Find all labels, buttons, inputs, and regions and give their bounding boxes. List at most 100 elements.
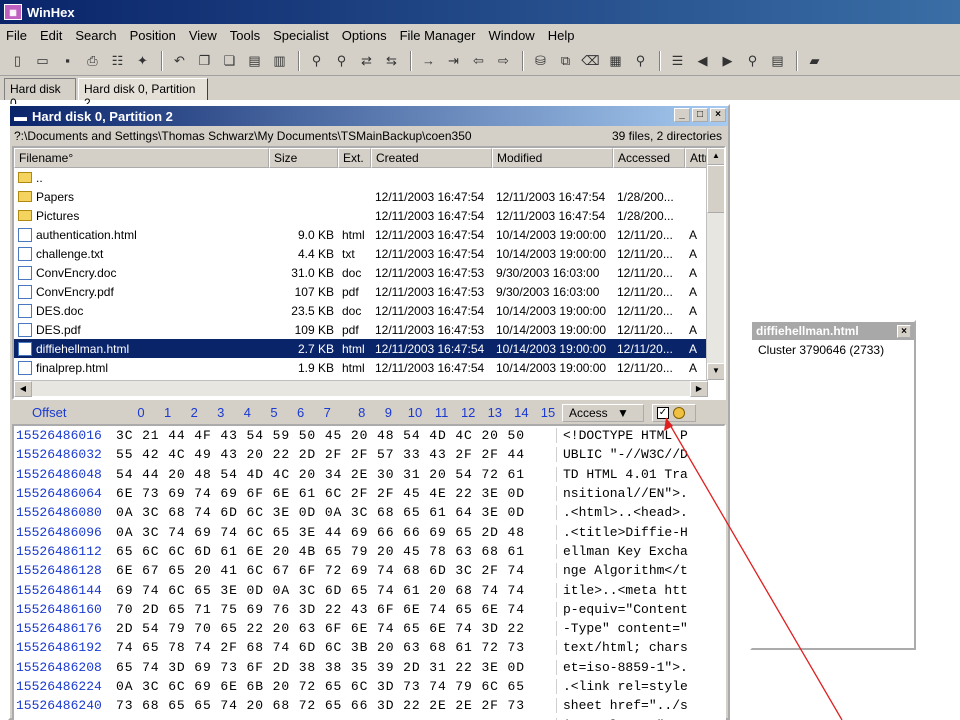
file-row[interactable]: .. <box>14 168 708 187</box>
replace-hex-icon[interactable]: ⇆ <box>380 50 403 72</box>
clone-icon[interactable]: ⧉ <box>554 50 577 72</box>
file-list-hscrollbar[interactable]: ◀ ▶ <box>14 380 708 397</box>
hex-bytes[interactable]: 6E 73 69 74 69 6F 6E 61 6C 2F 2F 45 4E 2… <box>116 486 556 501</box>
file-row[interactable]: ConvEncry.doc 31.0 KB doc 12/11/2003 16:47:… <box>14 263 708 282</box>
hex-bytes[interactable]: 3C 21 44 4F 43 54 59 50 45 20 48 54 4D 4… <box>116 428 556 443</box>
file-row[interactable]: challenge.txt 4.4 KB txt 12/11/2003 16:47:5… <box>14 244 708 263</box>
hex-text[interactable]: text/html; chars <box>556 640 706 656</box>
goto-offset-icon[interactable]: → <box>417 50 440 72</box>
goto-sector-icon[interactable]: ⇥ <box>442 50 465 72</box>
find-hex-icon[interactable]: ⚲ <box>330 50 353 72</box>
hex-text[interactable]: nge Algorithm</t <box>556 563 706 579</box>
prev-icon[interactable]: ◀ <box>691 50 714 72</box>
hex-text[interactable]: .<html>..<head>. <box>556 505 706 521</box>
column-header[interactable]: Created <box>371 148 492 168</box>
menu-window[interactable]: Window <box>488 28 534 43</box>
hex-bytes[interactable]: 0A 3C 74 69 74 6C 65 3E 44 69 66 66 69 6… <box>116 525 556 540</box>
column-header[interactable]: Modified <box>492 148 613 168</box>
file-row[interactable]: Papers 12/11/2003 16:47:54 12/11/2003 16:4… <box>14 187 708 206</box>
hex-text[interactable]: nsitional//EN">. <box>556 486 706 502</box>
column-header[interactable]: Attr. <box>685 148 708 168</box>
hex-bytes[interactable]: 54 44 20 48 54 4D 4C 20 34 2E 30 31 20 5… <box>116 467 556 482</box>
forward-icon[interactable]: ⇨ <box>492 50 515 72</box>
file-row[interactable]: diffiehellman.html 2.7 KB html 12/11/2003 1… <box>14 339 708 358</box>
scroll-up-button[interactable]: ▲ <box>707 148 724 165</box>
file-row[interactable]: DES.pdf 109 KB pdf 12/11/2003 16:47:53 10/14… <box>14 320 708 339</box>
menu-specialist[interactable]: Specialist <box>273 28 329 43</box>
new-icon[interactable]: ▯ <box>6 50 29 72</box>
close-button[interactable]: × <box>710 108 726 122</box>
properties-icon[interactable]: ☷ <box>106 50 129 72</box>
hex-text[interactable]: sheet href="../s <box>556 698 706 714</box>
tab-hard-disk-0-partition-2[interactable]: Hard disk 0, Partition 2 <box>78 78 208 110</box>
find-text-icon[interactable]: ⚲ <box>305 50 328 72</box>
menu-file-manager[interactable]: File Manager <box>400 28 476 43</box>
back-icon[interactable]: ⇦ <box>467 50 490 72</box>
menu-position[interactable]: Position <box>130 28 176 43</box>
print-icon[interactable]: ⎙ <box>81 50 104 72</box>
file-row[interactable]: authentication.html 9.0 KB html 12/11/2003 … <box>14 225 708 244</box>
hex-bytes[interactable]: 2D 54 79 70 65 22 20 63 6F 6E 74 65 6E 7… <box>116 621 556 636</box>
scroll-down-button[interactable]: ▼ <box>707 363 724 380</box>
panel-close-button[interactable]: × <box>897 324 911 338</box>
undo-icon[interactable]: ↶ <box>168 50 191 72</box>
table-icon[interactable]: ▤ <box>766 50 789 72</box>
paste-icon[interactable]: ▤ <box>243 50 266 72</box>
next-icon[interactable]: ▶ <box>716 50 739 72</box>
access-dropdown[interactable]: Access ▼ <box>562 404 644 422</box>
hex-bytes[interactable]: 65 74 3D 69 73 6F 2D 38 38 35 39 2D 31 2… <box>116 660 556 675</box>
help-book-icon[interactable]: ▰ <box>803 50 826 72</box>
file-row[interactable]: Pictures 12/11/2003 16:47:54 12/11/2003 16… <box>14 206 708 225</box>
menu-file[interactable]: File <box>6 28 27 43</box>
copy-block-icon[interactable]: ❏ <box>218 50 241 72</box>
hex-bytes[interactable]: 73 68 65 65 74 20 68 72 65 66 3D 22 2E 2… <box>116 698 556 713</box>
column-header[interactable]: Accessed <box>613 148 685 168</box>
save-icon[interactable]: ▪ <box>56 50 79 72</box>
write-icon[interactable]: ▥ <box>268 50 291 72</box>
search-icon[interactable]: ⚲ <box>741 50 764 72</box>
hex-text[interactable]: -Type" content=" <box>556 621 706 637</box>
menu-view[interactable]: View <box>189 28 217 43</box>
partition-window-title-bar[interactable]: ▬ Hard disk 0, Partition 2 _ □ × <box>10 106 728 126</box>
menu-edit[interactable]: Edit <box>40 28 62 43</box>
panel-title-bar[interactable]: diffiehellman.html × <box>752 322 914 340</box>
hex-bytes[interactable]: 65 6C 6C 6D 61 6E 20 4B 65 79 20 45 78 6… <box>116 544 556 559</box>
column-header[interactable]: Filename° <box>14 148 269 168</box>
hex-text[interactable]: ellman Key Excha <box>556 543 706 559</box>
file-row[interactable]: ConvEncry.pdf 107 KB pdf 12/11/2003 16:47:5… <box>14 282 708 301</box>
open-icon[interactable]: ▭ <box>31 50 54 72</box>
checkbox-icon[interactable]: ✓ <box>657 407 669 419</box>
file-row[interactable]: DES.doc 23.5 KB doc 12/11/2003 16:47:54 10/1… <box>14 301 708 320</box>
menu-help[interactable]: Help <box>548 28 575 43</box>
hex-bytes[interactable]: 0A 3C 6C 69 6E 6B 20 72 65 6C 3D 73 74 7… <box>116 679 556 694</box>
hex-text[interactable]: .<link rel=style <box>556 679 706 694</box>
file-row[interactable]: finalprep.html 1.9 KB html 12/11/2003 16:47… <box>14 358 708 377</box>
hex-text[interactable]: et=iso-8859-1">. <box>556 659 706 675</box>
copy-icon[interactable]: ❐ <box>193 50 216 72</box>
hex-bytes[interactable]: 70 2D 65 71 75 69 76 3D 22 43 6F 6E 74 6… <box>116 602 556 617</box>
hex-bytes[interactable]: 74 65 78 74 2F 68 74 6D 6C 3B 20 63 68 6… <box>116 640 556 655</box>
menu-tools[interactable]: Tools <box>230 28 260 43</box>
file-list-vscrollbar[interactable]: ▲ ▼ <box>706 148 724 380</box>
hex-text[interactable]: <!DOCTYPE HTML P <box>556 428 706 444</box>
explore-icon[interactable]: ☰ <box>666 50 689 72</box>
wizard-icon[interactable]: ✦ <box>131 50 154 72</box>
hex-bytes[interactable]: 0A 3C 68 74 6D 6C 3E 0D 0A 3C 68 65 61 6… <box>116 505 556 520</box>
column-header[interactable]: Ext. <box>338 148 371 168</box>
scroll-left-button[interactable]: ◀ <box>14 381 32 397</box>
replace-text-icon[interactable]: ⇄ <box>355 50 378 72</box>
hex-text[interactable]: UBLIC "-//W3C//D <box>556 447 706 463</box>
find-icon[interactable]: ⚲ <box>629 50 652 72</box>
tab-hard-disk-0[interactable]: Hard disk 0 <box>4 78 76 110</box>
hex-text[interactable]: .<title>Diffie-H <box>556 524 706 540</box>
scroll-thumb[interactable] <box>707 165 724 213</box>
column-header[interactable]: Size <box>269 148 338 168</box>
menu-options[interactable]: Options <box>342 28 387 43</box>
hex-bytes[interactable]: 6E 67 65 20 41 6C 67 6F 72 69 74 68 6D 3… <box>116 563 556 578</box>
hex-text[interactable]: TD HTML 4.01 Tra <box>556 466 706 482</box>
wipe-icon[interactable]: ⌫ <box>579 50 602 72</box>
calculator-icon[interactable]: ▦ <box>604 50 627 72</box>
sync-toggle[interactable]: ✓ <box>652 404 696 422</box>
hex-bytes[interactable]: 69 74 6C 65 3E 0D 0A 3C 6D 65 74 61 20 6… <box>116 583 556 598</box>
hex-text[interactable]: p-equiv="Content <box>556 601 706 617</box>
